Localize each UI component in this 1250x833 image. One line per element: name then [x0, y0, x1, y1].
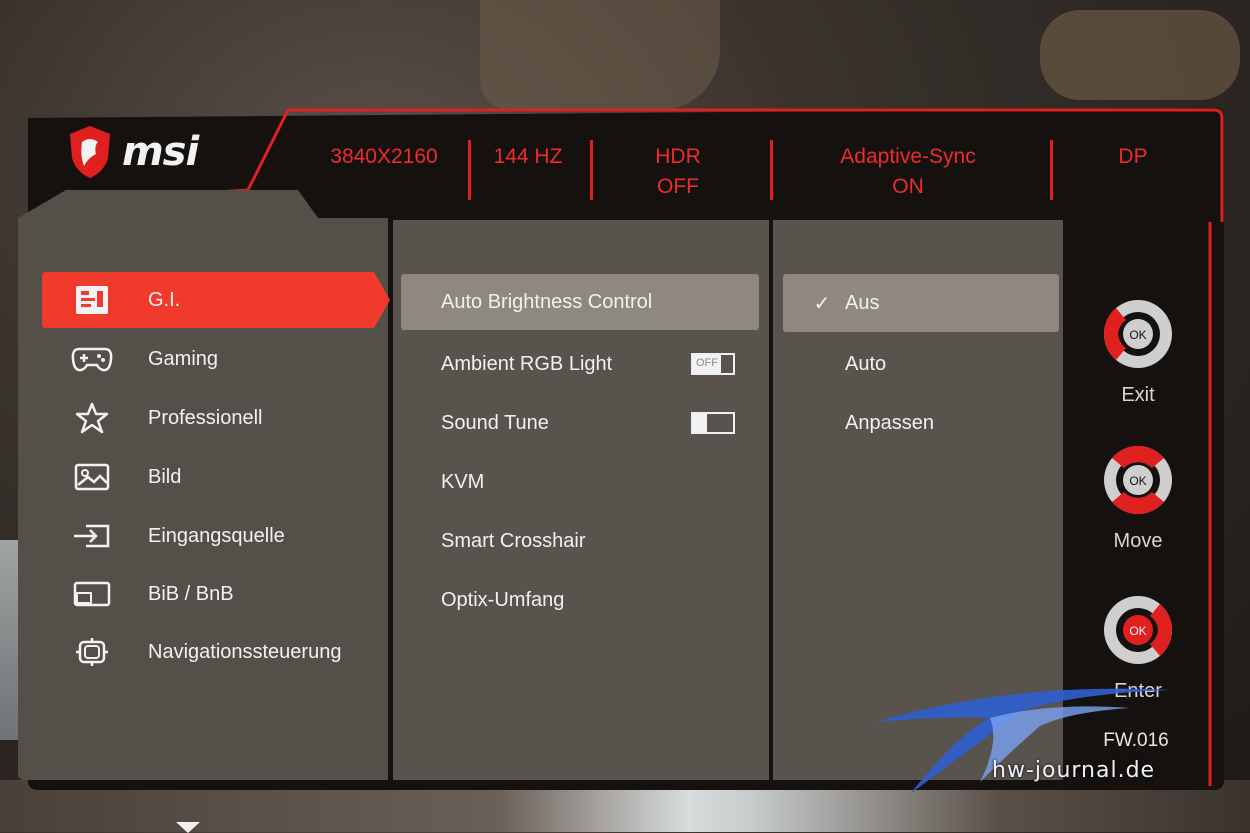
joystick-left-icon: OK	[1103, 300, 1172, 368]
menu-item-pip-pbp[interactable]: BiB / BnB	[42, 566, 358, 622]
hdr-status: HDR OFF	[618, 142, 738, 202]
hdr-label: HDR	[655, 145, 701, 168]
option-label: KVM	[441, 470, 485, 493]
menu-item-label: BiB / BnB	[148, 582, 234, 605]
option-label: Sound Tune	[441, 411, 549, 434]
toggle-knob	[721, 355, 733, 373]
value-off[interactable]: ✓ Aus	[783, 274, 1059, 332]
resolution-status: 3840X2160	[330, 145, 438, 168]
option-sound-tune[interactable]: Sound Tune	[401, 395, 759, 451]
image-icon	[70, 462, 114, 492]
option-kvm[interactable]: KVM	[401, 454, 759, 510]
status-divider	[1050, 140, 1053, 200]
ambient-rgb-toggle[interactable]: OFF	[691, 353, 735, 375]
menu-item-navigation[interactable]: Navigationssteuerung	[42, 624, 358, 680]
main-menu-panel: G.I. Gaming Professionell Bild Eingangsq…	[18, 218, 390, 833]
star-icon	[70, 402, 114, 434]
menu-item-label: Bild	[148, 465, 182, 488]
logo-text: msi	[122, 129, 199, 175]
value-custom[interactable]: Anpassen	[783, 394, 1059, 452]
svg-text:OK: OK	[1129, 328, 1146, 342]
joystick-ok-icon: OK	[1104, 596, 1173, 664]
value-label: Anpassen	[845, 411, 934, 434]
status-divider	[770, 140, 773, 200]
status-bar: 3840X2160 144 HZ HDR OFF Adaptive-Sync O…	[288, 126, 1208, 206]
refresh-rate-status: 144 HZ	[493, 145, 563, 168]
pip-icon	[70, 579, 114, 609]
sound-tune-toggle[interactable]	[691, 412, 735, 434]
menu-item-picture[interactable]: Bild	[42, 449, 358, 505]
status-divider	[590, 140, 593, 200]
dragon-shield-icon	[70, 126, 110, 178]
hdr-value: OFF	[657, 175, 699, 198]
watermark-logo	[876, 688, 1170, 794]
gi-chip-icon	[70, 285, 114, 315]
key-hint-exit: OK Exit	[1080, 294, 1196, 407]
adaptive-sync-label: Adaptive-Sync	[840, 145, 976, 168]
option-smart-crosshair[interactable]: Smart Crosshair	[401, 513, 759, 569]
input-source-icon	[70, 521, 114, 551]
gamepad-icon	[70, 344, 114, 374]
svg-text:OK: OK	[1129, 624, 1146, 638]
adaptive-sync-status: Adaptive-Sync ON	[818, 142, 998, 202]
toggle-knob	[693, 414, 707, 432]
exit-caption: Exit	[1121, 384, 1155, 406]
option-auto-brightness[interactable]: Auto Brightness Control	[401, 274, 759, 330]
msi-logo: msi	[66, 124, 199, 180]
navigation-icon	[70, 637, 114, 667]
menu-item-input-source[interactable]: Eingangsquelle	[42, 508, 358, 564]
submenu-panel: Auto Brightness Control Ambient RGB Ligh…	[393, 220, 769, 780]
background-rock	[1040, 10, 1240, 100]
option-label: Ambient RGB Light	[441, 352, 613, 375]
menu-item-gi[interactable]: G.I.	[42, 272, 390, 328]
option-label: Auto Brightness Control	[441, 290, 653, 313]
menu-item-label: Eingangsquelle	[148, 524, 285, 547]
menu-item-label: Professionell	[148, 406, 263, 429]
background-rock	[480, 0, 720, 110]
toggle-off-text: OFF	[696, 357, 718, 369]
value-label: Aus	[845, 291, 880, 314]
option-label: Optix-Umfang	[441, 588, 565, 611]
value-auto[interactable]: Auto	[783, 335, 1059, 393]
menu-item-label: Gaming	[148, 347, 219, 370]
option-ambient-rgb[interactable]: Ambient RGB Light OFF	[401, 336, 759, 392]
option-optix-scope[interactable]: Optix-Umfang	[401, 572, 759, 628]
menu-item-label: G.I.	[148, 288, 181, 311]
watermark-text: hw-journal.de	[992, 758, 1156, 783]
menu-item-professional[interactable]: Professionell	[42, 390, 358, 446]
key-hint-move: OK Move	[1080, 440, 1196, 553]
checkmark-icon: ✓	[813, 292, 831, 315]
scroll-down-arrow-icon[interactable]	[176, 822, 200, 833]
status-divider	[468, 140, 471, 200]
input-status: DP	[1118, 145, 1148, 168]
move-caption: Move	[1113, 530, 1163, 552]
joystick-updown-icon: OK	[1104, 445, 1172, 515]
menu-item-gaming[interactable]: Gaming	[42, 331, 358, 387]
adaptive-sync-value: ON	[892, 175, 924, 198]
menu-item-label: Navigationssteuerung	[148, 640, 342, 663]
svg-text:OK: OK	[1129, 474, 1146, 488]
option-label: Smart Crosshair	[441, 529, 586, 552]
value-label: Auto	[845, 352, 887, 375]
